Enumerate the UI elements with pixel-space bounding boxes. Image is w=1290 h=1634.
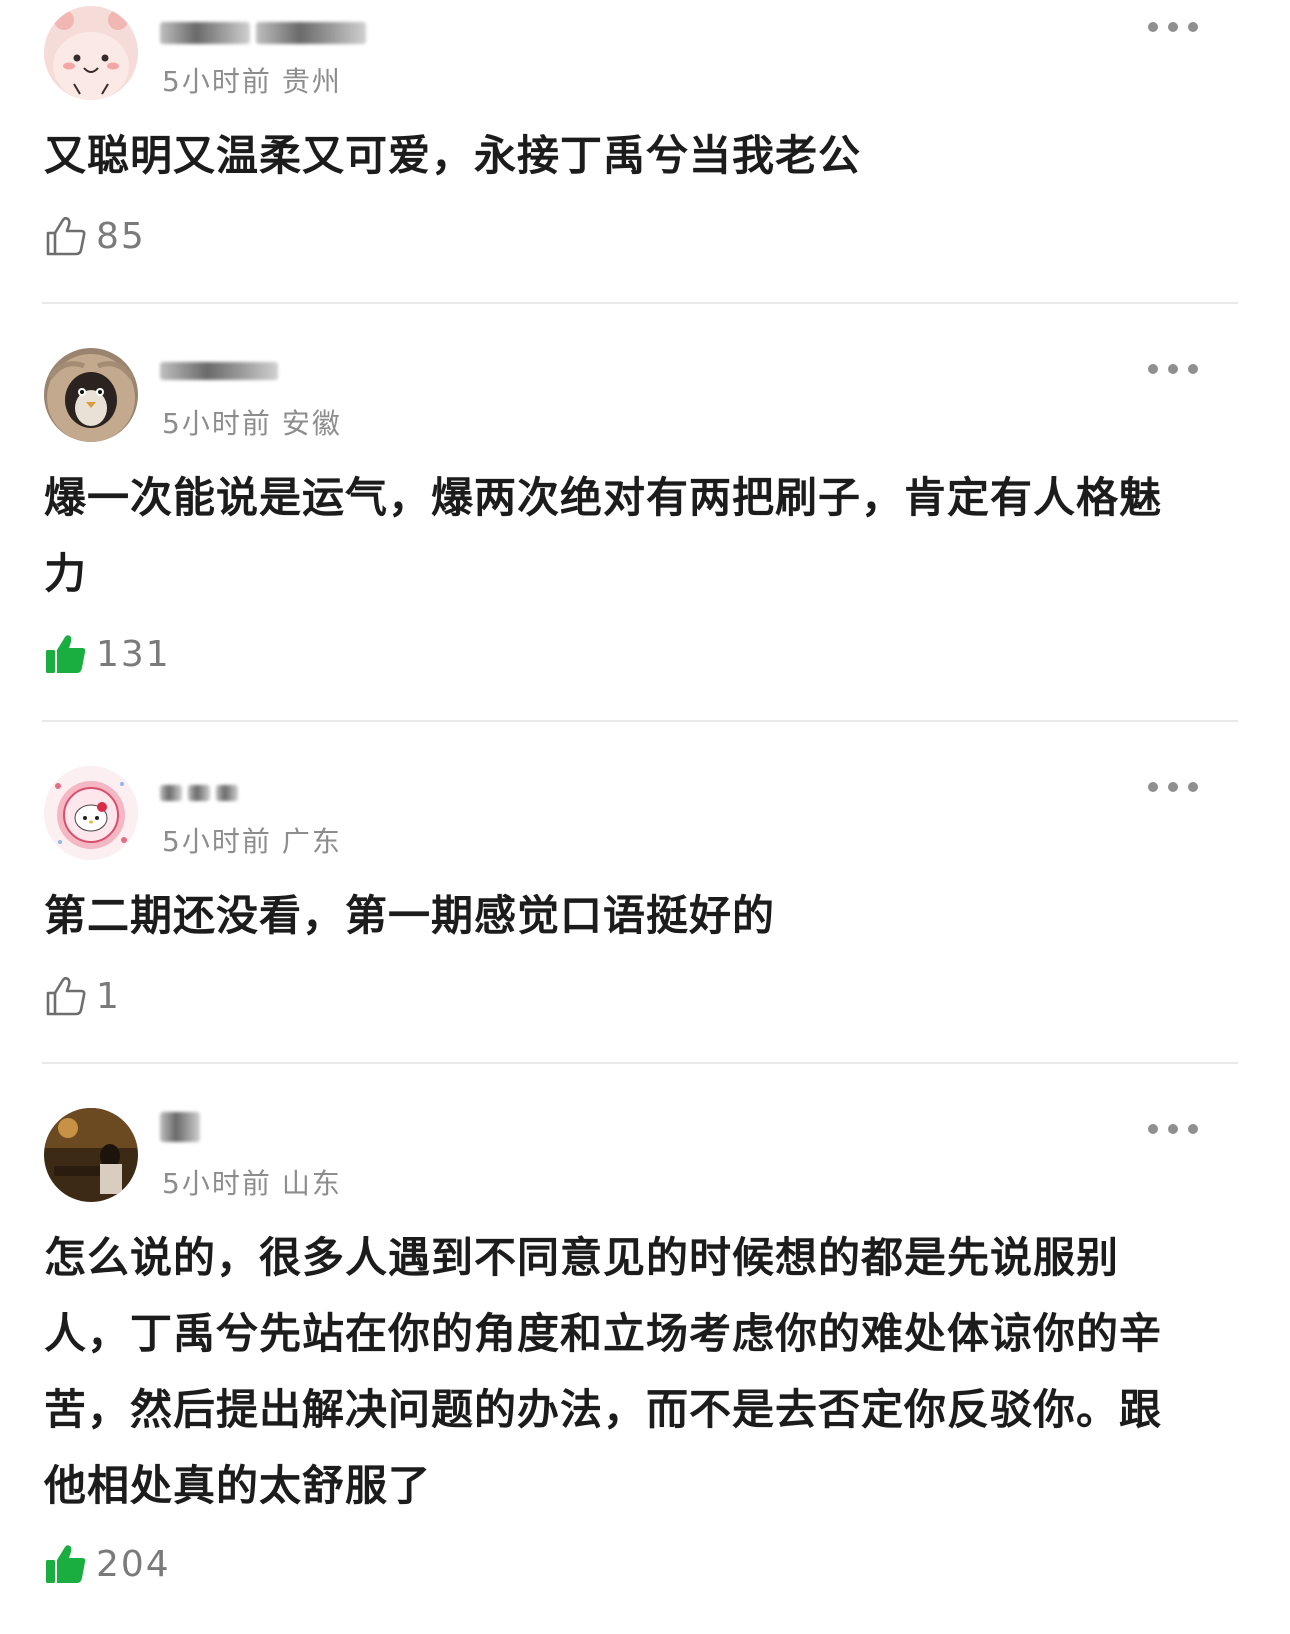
comment-location: 广东 [281, 825, 342, 858]
dot-icon [1188, 1124, 1198, 1134]
dot-icon [1188, 782, 1198, 792]
avatar[interactable] [44, 766, 138, 860]
username-blurred[interactable] [160, 776, 238, 810]
dot-icon [1168, 782, 1178, 792]
comment-text: 第二期还没看，第一期感觉口语挺好的 [44, 891, 776, 940]
thumbs-up-outline-icon [46, 216, 86, 256]
pink-cartoon-avatar-icon [44, 6, 138, 100]
comment-meta: 5小时前 广东 [162, 820, 342, 860]
dot-icon [1148, 364, 1158, 374]
username-blurred[interactable] [160, 1110, 200, 1144]
like-count: 85 [96, 215, 146, 257]
username-blurred[interactable] [160, 16, 366, 50]
like-button[interactable]: 1 [44, 972, 121, 1020]
more-options-button[interactable] [1148, 1122, 1198, 1136]
thumbs-up-filled-icon [46, 1545, 86, 1583]
dot-icon [1188, 22, 1198, 32]
dot-icon [1168, 22, 1178, 32]
photo-avatar-icon [44, 1108, 138, 1202]
more-options-button[interactable] [1148, 20, 1198, 34]
thumbs-up-filled-icon [46, 635, 86, 673]
more-options-button[interactable] [1148, 362, 1198, 376]
penguin-avatar-icon [44, 348, 138, 442]
like-button[interactable]: 131 [44, 630, 171, 678]
divider [42, 1062, 1238, 1064]
dot-icon [1148, 1124, 1158, 1134]
dot-icon [1168, 364, 1178, 374]
divider [42, 302, 1238, 304]
comment-text: 怎么说的，很多人遇到不同意见的时候想的都是先说服别人，丁禹兮先站在你的角度和立场… [44, 1233, 1163, 1510]
comment-text: 爆一次能说是运气，爆两次绝对有两把刷子，肯定有人格魅力 [44, 473, 1163, 598]
comment-meta: 5小时前 贵州 [162, 60, 342, 100]
like-count: 131 [96, 633, 171, 675]
comment-time: 5小时前 [162, 65, 272, 98]
comment-location: 山东 [281, 1167, 342, 1200]
username-blurred[interactable] [160, 354, 278, 388]
like-button[interactable]: 204 [44, 1540, 171, 1588]
like-count: 204 [96, 1543, 171, 1585]
like-button[interactable]: 85 [44, 212, 146, 260]
dot-icon [1188, 364, 1198, 374]
dot-icon [1148, 782, 1158, 792]
comment-meta: 5小时前 安徽 [162, 402, 342, 442]
divider [42, 720, 1238, 722]
hello-kitty-avatar-icon [44, 766, 138, 860]
comment-location: 贵州 [281, 65, 342, 98]
dot-icon [1168, 1124, 1178, 1134]
avatar[interactable] [44, 348, 138, 442]
thumbs-up-outline-icon [46, 976, 86, 1016]
more-options-button[interactable] [1148, 780, 1198, 794]
comment-location: 安徽 [281, 407, 342, 440]
comment-text: 又聪明又温柔又可爱，永接丁禹兮当我老公 [44, 131, 862, 180]
comment-time: 5小时前 [162, 1167, 272, 1200]
comment-time: 5小时前 [162, 407, 272, 440]
dot-icon [1148, 22, 1158, 32]
avatar[interactable] [44, 6, 138, 100]
comment-time: 5小时前 [162, 825, 272, 858]
avatar[interactable] [44, 1108, 138, 1202]
like-count: 1 [96, 975, 121, 1017]
comment-meta: 5小时前 山东 [162, 1162, 342, 1202]
